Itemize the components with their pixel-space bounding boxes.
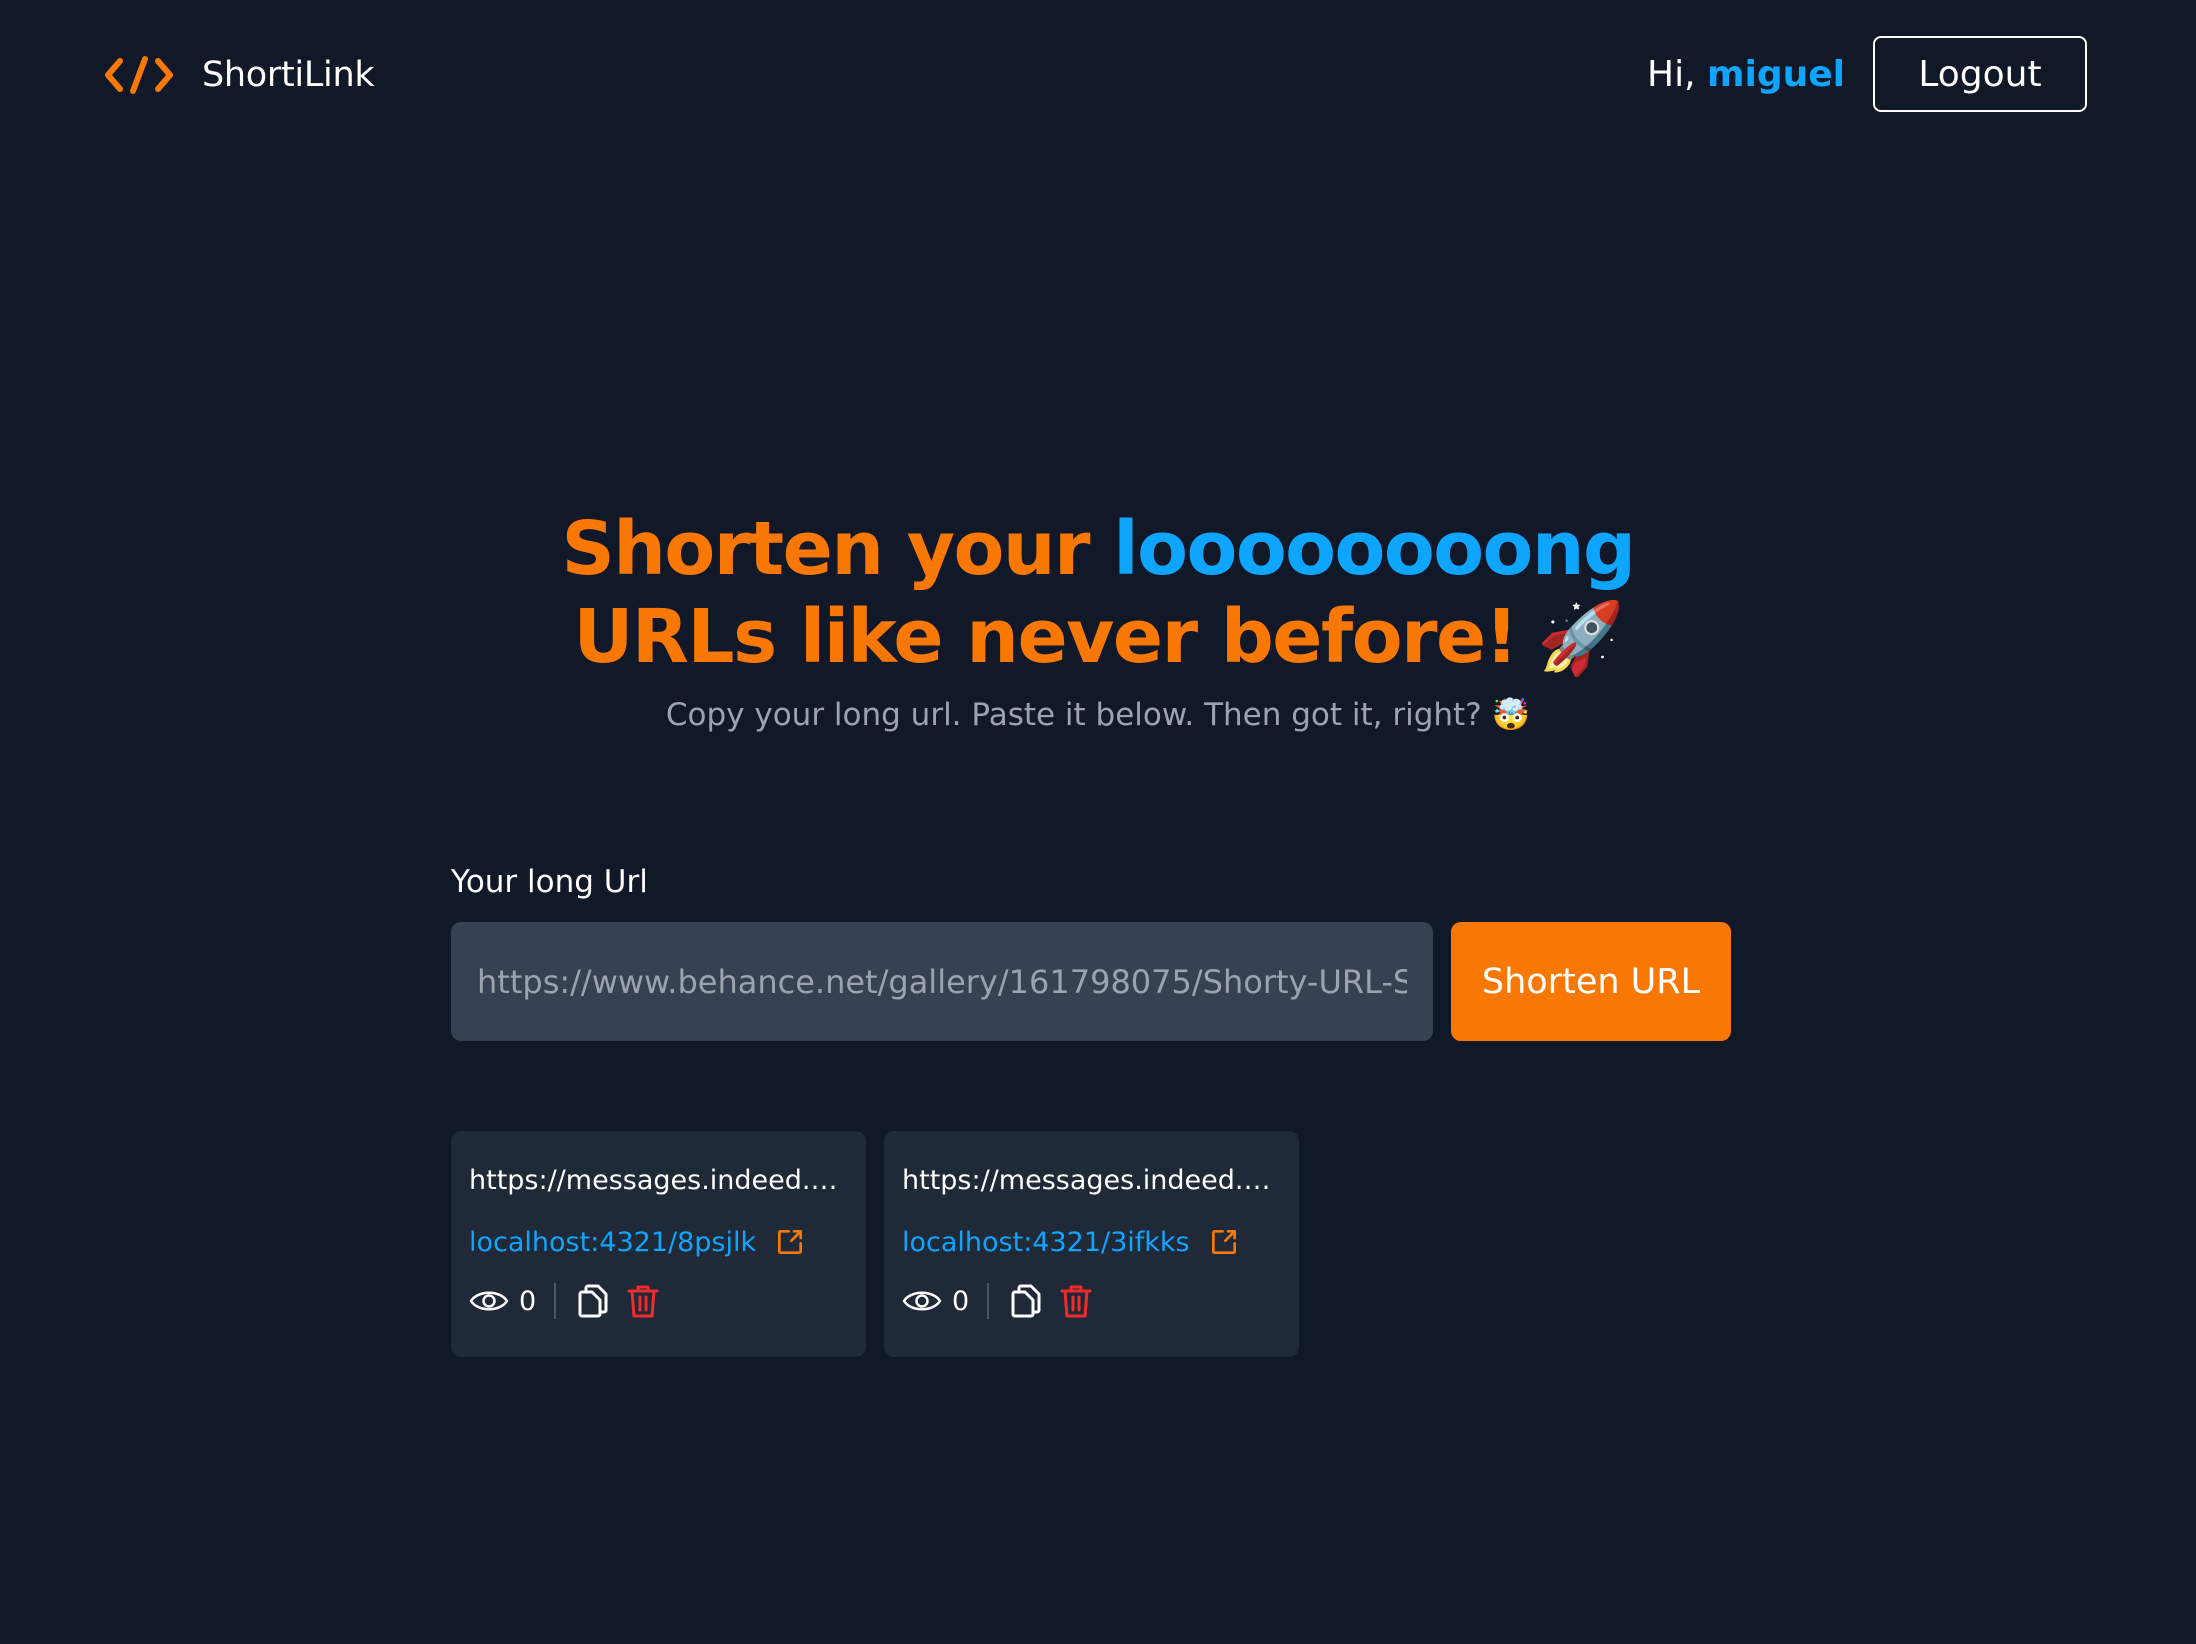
external-link-icon[interactable] <box>774 1226 806 1258</box>
short-link[interactable]: localhost:4321/3ifkks <box>902 1227 1190 1258</box>
username: miguel <box>1706 53 1845 95</box>
link-card: https://messages.indeed.com/conversation… <box>884 1131 1299 1357</box>
trash-icon[interactable] <box>1059 1283 1093 1319</box>
hero-title-accent: loooooooong <box>1113 506 1636 592</box>
app-header: ShortiLink Hi, miguel Logout <box>0 0 2196 150</box>
long-url-input[interactable] <box>451 922 1433 1041</box>
hero: Shorten your loooooooong URLs like never … <box>0 505 2196 733</box>
card-actions: 0 <box>469 1281 848 1321</box>
code-brackets-icon <box>105 56 173 94</box>
copy-icon[interactable] <box>1009 1283 1043 1319</box>
logout-button[interactable]: Logout <box>1873 36 2087 112</box>
brand-name: ShortiLink <box>202 55 375 95</box>
view-count: 0 <box>952 1285 970 1317</box>
hero-title: Shorten your loooooooong URLs like never … <box>538 505 1658 682</box>
eye-icon <box>902 1291 942 1311</box>
divider <box>987 1283 990 1319</box>
shorten-form: Your long Url Shorten URL <box>451 864 1731 1041</box>
hero-title-part2: URLs like never before! <box>573 594 1518 680</box>
view-count: 0 <box>519 1285 537 1317</box>
user-greeting: Hi, miguel <box>1647 54 1845 95</box>
hero-subtitle: Copy your long url. Paste it below. Then… <box>665 697 1531 733</box>
external-link-icon[interactable] <box>1208 1226 1240 1258</box>
short-link-row: localhost:4321/8psjlk <box>469 1223 848 1261</box>
user-area: Hi, miguel Logout <box>1647 36 2087 112</box>
card-actions: 0 <box>902 1281 1281 1321</box>
eye-icon <box>469 1291 509 1311</box>
original-url: https://messages.indeed.com/conversation… <box>469 1165 848 1196</box>
long-url-label: Your long Url <box>451 864 648 900</box>
original-url: https://messages.indeed.com/conversation… <box>902 1165 1281 1196</box>
short-link[interactable]: localhost:4321/8psjlk <box>469 1227 756 1258</box>
form-row: Shorten URL <box>451 922 1731 1041</box>
link-list: https://messages.indeed.com/conversation… <box>451 1131 1299 1357</box>
greeting-prefix: Hi, <box>1647 53 1707 95</box>
shorten-url-button[interactable]: Shorten URL <box>1451 922 1731 1041</box>
copy-icon[interactable] <box>576 1283 610 1319</box>
brand[interactable]: ShortiLink <box>104 50 375 100</box>
link-card: https://messages.indeed.com/conversation… <box>451 1131 866 1357</box>
trash-icon[interactable] <box>626 1283 660 1319</box>
rocket-icon: 🚀 <box>1536 597 1624 679</box>
divider <box>554 1283 557 1319</box>
hero-title-part1: Shorten your <box>561 506 1114 592</box>
short-link-row: localhost:4321/3ifkks <box>902 1223 1281 1261</box>
